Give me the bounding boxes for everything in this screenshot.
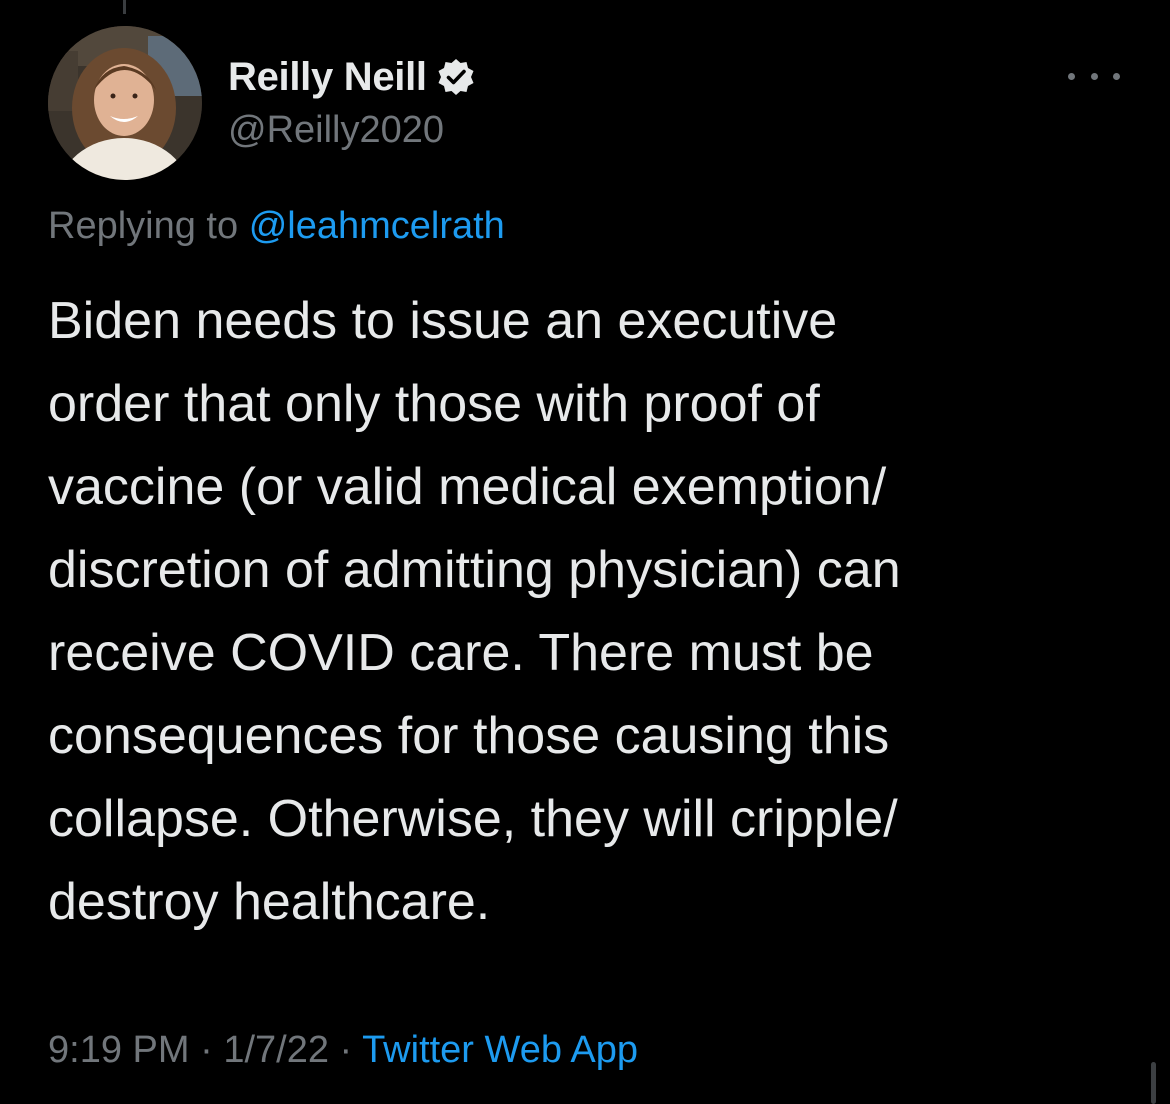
tweet-text-line: consequences for those causing this [48, 707, 890, 765]
meta-separator: · [339, 1029, 353, 1071]
tweet-source-link[interactable]: Twitter Web App [362, 1029, 638, 1071]
more-horizontal-icon [1090, 72, 1098, 80]
tweet-text-line: discretion of admitting physician) can [48, 541, 901, 599]
thread-connector-line [123, 0, 126, 14]
avatar-photo [48, 26, 202, 180]
tweet-text: Biden needs to issue an executive order … [48, 280, 1128, 944]
replying-to-label: Replying to [48, 205, 239, 247]
more-horizontal-icon [1113, 72, 1120, 80]
replying-to: Replying to @leahmcelrath [48, 201, 505, 251]
verified-badge-icon [438, 59, 474, 95]
author-name-row[interactable]: Reilly Neill [228, 52, 476, 102]
author-display-name[interactable]: Reilly Neill [228, 55, 427, 100]
reply-mention-link[interactable]: @leahmcelrath [249, 205, 505, 247]
tweet-text-line: collapse. Otherwise, they will cripple/ [48, 790, 898, 848]
tweet-time[interactable]: 9:19 PM [48, 1029, 190, 1071]
meta-separator: · [200, 1029, 213, 1071]
tweet-text-line: receive COVID care. There must be [48, 624, 874, 682]
more-horizontal-icon [1068, 72, 1075, 80]
tweet-text-line: vaccine (or valid medical exemption/ [48, 458, 887, 516]
tweet-metadata: 9:19 PM · 1/7/22 · Twitter Web App [48, 1024, 638, 1076]
author-handle[interactable]: @Reilly2020 [228, 106, 444, 154]
tweet-text-line: Biden needs to issue an executive [48, 292, 838, 350]
tweet-text-line: destroy healthcare. [48, 873, 491, 931]
avatar[interactable] [48, 26, 202, 180]
scrollbar-thumb[interactable] [1151, 1062, 1156, 1104]
tweet-date[interactable]: 1/7/22 [223, 1029, 329, 1071]
tweet-text-line: order that only those with proof of [48, 375, 820, 433]
more-options-button[interactable] [1068, 62, 1120, 90]
